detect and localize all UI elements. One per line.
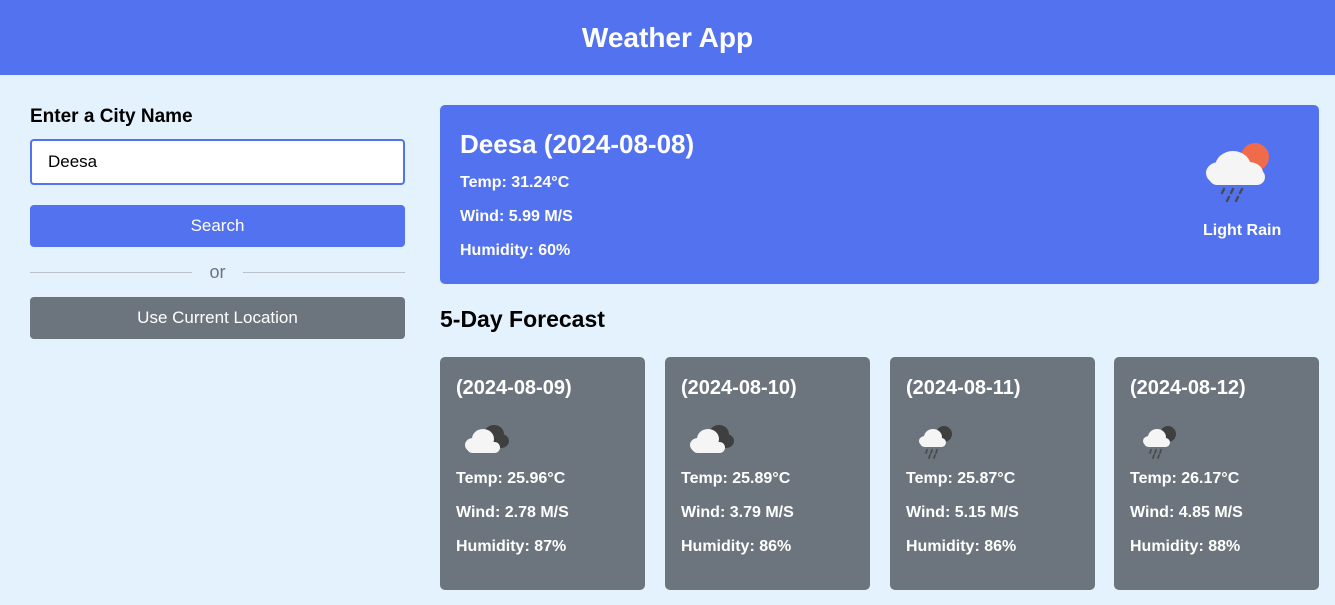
current-humidity: Humidity: 60% — [460, 242, 571, 259]
forecast-humidity: Humidity: 86% — [681, 538, 792, 555]
cloud-icon — [690, 425, 734, 453]
forecast-wind: Wind: 4.85 M/S — [1130, 504, 1243, 521]
forecast-date: (2024-08-09) — [456, 377, 572, 399]
current-temp: Temp: 31.24°C — [460, 174, 570, 191]
forecast-wind: Wind: 5.15 M/S — [906, 504, 1019, 521]
city-input-label: Enter a City Name — [30, 106, 193, 127]
forecast-date: (2024-08-12) — [1130, 377, 1246, 399]
forecast-humidity: Humidity: 88% — [1130, 538, 1241, 555]
forecast-date: (2024-08-10) — [681, 377, 797, 399]
forecast-card: (2024-08-12) Temp: 26.17°C Wind: 4.85 M/… — [1114, 357, 1319, 590]
current-weather-card: Deesa (2024-08-08) Temp: 31.24°C Wind: 5… — [440, 105, 1319, 284]
forecast-date: (2024-08-11) — [906, 377, 1021, 399]
forecast-temp: Temp: 25.89°C — [681, 470, 791, 487]
cloud-rain-icon — [919, 426, 952, 459]
forecast-card: (2024-08-11) Temp: 25.87°C Wind: 5.15 M/… — [890, 357, 1095, 590]
forecast-card: (2024-08-09) Temp: 25.96°C Wind: 2.78 M/… — [440, 357, 645, 590]
forecast-temp: Temp: 26.17°C — [1130, 470, 1240, 487]
current-condition: Light Rain — [1203, 139, 1282, 240]
forecast-humidity: Humidity: 86% — [906, 538, 1017, 555]
current-condition-label: Light Rain — [1203, 222, 1282, 239]
app-header: Weather App — [0, 0, 1335, 75]
app-title: Weather App — [581, 21, 754, 53]
cloud-icon — [465, 425, 509, 453]
cloud-rain-sun-icon — [1206, 143, 1269, 203]
current-city-heading: Deesa (2024-08-08) — [460, 129, 695, 159]
forecast-wind: Wind: 2.78 M/S — [456, 504, 569, 521]
forecast-wind: Wind: 3.79 M/S — [681, 504, 794, 521]
current-wind: Wind: 5.99 M/S — [460, 208, 573, 225]
city-input[interactable] — [30, 139, 405, 185]
separator-line-left — [30, 272, 192, 273]
or-separator: or — [30, 247, 405, 297]
separator-text: or — [209, 261, 226, 282]
forecast-temp: Temp: 25.96°C — [456, 470, 566, 487]
use-current-location-button[interactable]: Use Current Location — [30, 297, 405, 339]
search-panel: Enter a City Name Search or Use Current … — [30, 106, 405, 339]
forecast-title: 5-Day Forecast — [440, 306, 605, 332]
forecast-humidity: Humidity: 87% — [456, 538, 567, 555]
current-weather-details: Deesa (2024-08-08) Temp: 31.24°C Wind: 5… — [460, 129, 694, 276]
forecast-card: (2024-08-10) Temp: 25.89°C Wind: 3.79 M/… — [665, 357, 870, 590]
separator-line-right — [243, 272, 405, 273]
search-button[interactable]: Search — [30, 205, 405, 247]
forecast-temp: Temp: 25.87°C — [906, 470, 1016, 487]
cloud-rain-icon — [1143, 426, 1176, 459]
